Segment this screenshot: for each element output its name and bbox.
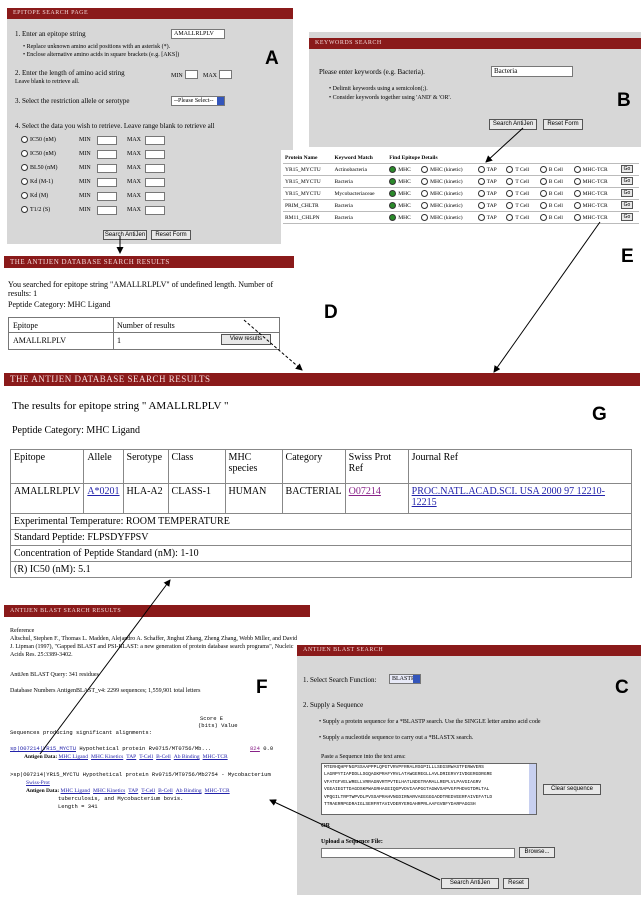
connector-arrows bbox=[39, 127, 601, 881]
arrow-b-to-e bbox=[485, 127, 524, 163]
arrow-d-to-g bbox=[243, 319, 303, 371]
arrow-c-to-f bbox=[269, 799, 441, 881]
arrow-e-to-g bbox=[493, 221, 601, 373]
arrow-f-to-g bbox=[39, 579, 171, 755]
